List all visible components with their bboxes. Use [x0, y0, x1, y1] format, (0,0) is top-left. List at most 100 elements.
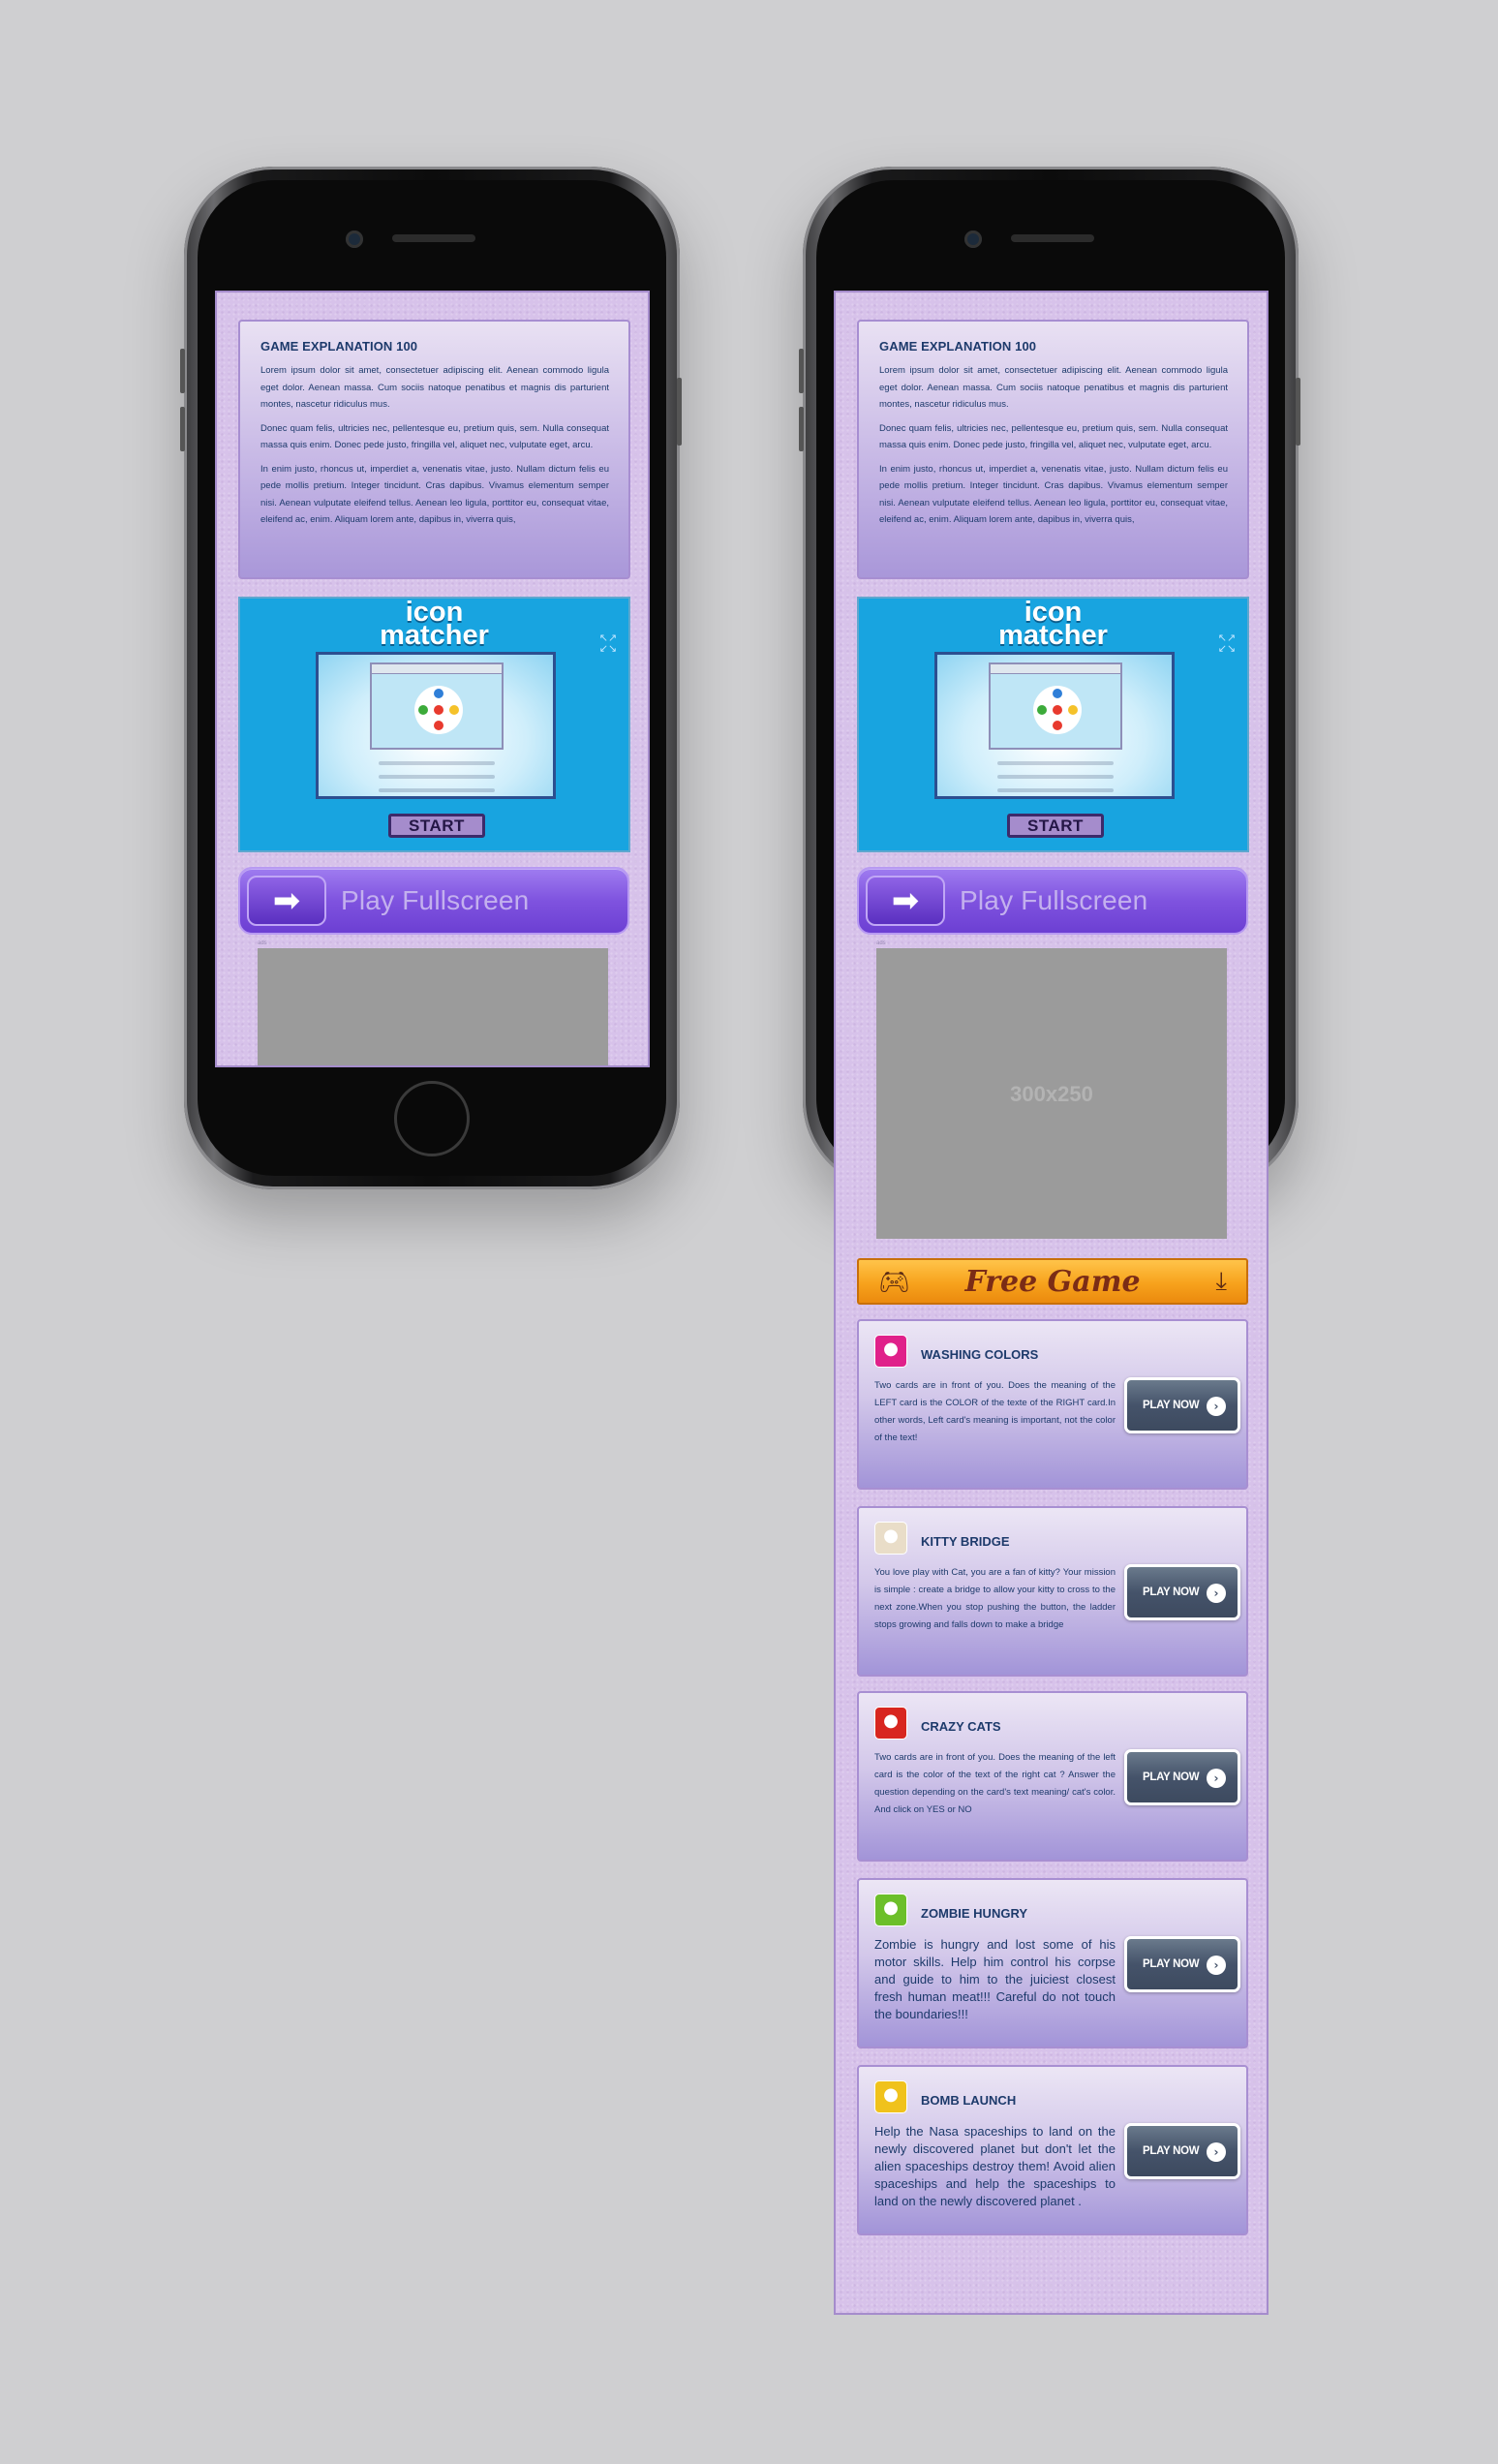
play-fullscreen-button[interactable]: ➡ Play Fullscreen — [857, 867, 1248, 935]
play-now-button[interactable]: PLAY NOW › — [1124, 1377, 1240, 1433]
play-now-button[interactable]: PLAY NOW › — [1124, 2123, 1240, 2179]
chevron-right-icon: › — [1207, 1769, 1226, 1788]
chevron-right-icon: › — [1207, 2142, 1226, 2162]
game-preview — [934, 652, 1175, 799]
game-embed[interactable]: icon matcher ↖↗ ↙↘ START — [857, 597, 1249, 852]
chevron-right-icon: › — [1207, 1956, 1226, 1975]
play-now-button[interactable]: PLAY NOW › — [1124, 1564, 1240, 1620]
play-now-label: PLAY NOW — [1143, 2145, 1200, 2157]
play-now-button[interactable]: PLAY NOW › — [1124, 1936, 1240, 1992]
game-title: BOMB LAUNCH — [921, 2093, 1017, 2108]
game-description: Zombie is hungry and lost some of his mo… — [874, 1937, 1116, 2021]
game-card: KITTY BRIDGE You love play with Cat, you… — [857, 1506, 1248, 1677]
preview-mini-toolbar — [991, 664, 1120, 674]
crazy-cats-icon — [874, 1707, 907, 1740]
game-card: ZOMBIE HUNGRY Zombie is hungry and lost … — [857, 1878, 1248, 2048]
preview-text-line — [379, 788, 495, 792]
game-description: Help the Nasa spaceships to land on the … — [874, 2124, 1116, 2208]
game-explanation-panel: GAME EXPLANATION 100 Lorem ipsum dolor s… — [238, 320, 630, 579]
expand-arrows-icon[interactable]: ↖↗ ↙↘ — [1214, 633, 1239, 657]
ad-tag: ads — [876, 940, 886, 946]
chevron-right-icon: › — [1207, 1584, 1226, 1603]
game-logo: icon matcher — [240, 599, 628, 651]
volume-down-button — [180, 407, 185, 451]
power-button — [1296, 378, 1300, 446]
preview-mini-screen — [370, 662, 504, 750]
play-fullscreen-button[interactable]: ➡ Play Fullscreen — [238, 867, 629, 935]
preview-circle — [1033, 686, 1082, 734]
preview-mini-screen — [989, 662, 1122, 750]
explanation-paragraph: In enim justo, rhoncus ut, imperdiet a, … — [879, 463, 1228, 526]
logo-line: matcher — [380, 620, 489, 651]
play-now-button[interactable]: PLAY NOW › — [1124, 1749, 1240, 1805]
bomb-launch-icon — [874, 2080, 907, 2113]
arrow-glyph: ➡ — [272, 881, 301, 920]
chevron-right-icon: › — [1207, 1397, 1226, 1416]
speaker-grille — [1011, 234, 1094, 242]
volume-up-button — [799, 349, 804, 393]
preview-circle — [414, 686, 463, 734]
explanation-paragraph: Lorem ipsum dolor sit amet, consectetuer… — [260, 365, 609, 410]
color-dot — [1068, 705, 1078, 715]
color-dot — [434, 721, 443, 730]
zombie-hungry-icon — [874, 1894, 907, 1926]
game-explanation-panel: GAME EXPLANATION 100 Lorem ipsum dolor s… — [857, 320, 1249, 579]
preview-text-line — [997, 761, 1114, 765]
game-description: You love play with Cat, you are a fan of… — [874, 1567, 1116, 1630]
color-dot — [1053, 721, 1062, 730]
explanation-paragraph: In enim justo, rhoncus ut, imperdiet a, … — [260, 463, 609, 526]
expand-arrows-icon[interactable]: ↖↗ ↙↘ — [596, 633, 621, 657]
game-preview — [316, 652, 556, 799]
front-camera-icon — [964, 231, 982, 248]
start-button[interactable]: START — [388, 814, 485, 838]
game-description: Two cards are in front of you. Does the … — [874, 1380, 1116, 1443]
logo-line: matcher — [998, 620, 1108, 651]
ad-placeholder[interactable]: 300x250 — [876, 948, 1227, 1239]
front-camera-icon — [346, 231, 363, 248]
volume-up-button — [180, 349, 185, 393]
game-title: KITTY BRIDGE — [921, 1534, 1010, 1549]
play-fullscreen-label: Play Fullscreen — [341, 885, 530, 915]
preview-text-line — [997, 788, 1114, 792]
game-title: CRAZY CATS — [921, 1719, 1001, 1734]
power-button — [677, 378, 682, 446]
game-title: WASHING COLORS — [921, 1347, 1039, 1362]
preview-text-line — [997, 775, 1114, 779]
free-game-banner[interactable]: 🎮︎ Free Game ⤓ — [857, 1258, 1248, 1305]
color-dot — [434, 705, 443, 715]
play-now-label: PLAY NOW — [1143, 1771, 1200, 1783]
color-dot — [434, 689, 443, 698]
game-card: WASHING COLORS Two cards are in front of… — [857, 1319, 1248, 1490]
arrow-right-icon: ➡ — [247, 876, 326, 926]
color-dot — [418, 705, 428, 715]
game-logo: icon matcher — [859, 599, 1247, 651]
game-title: ZOMBIE HUNGRY — [921, 1906, 1028, 1921]
preview-text-line — [379, 761, 495, 765]
color-dot — [1053, 705, 1062, 715]
explanation-title: GAME EXPLANATION 100 — [879, 339, 1037, 354]
ad-tag: ads — [258, 940, 267, 946]
game-embed[interactable]: icon matcher ↖↗ ↙↘ START — [238, 597, 630, 852]
play-fullscreen-label: Play Fullscreen — [960, 885, 1148, 915]
play-now-label: PLAY NOW — [1143, 1958, 1200, 1970]
ad-placeholder[interactable] — [258, 948, 608, 1065]
start-button[interactable]: START — [1007, 814, 1104, 838]
phone-screen-right: GAME EXPLANATION 100 Lorem ipsum dolor s… — [834, 291, 1269, 2315]
home-button[interactable] — [394, 1081, 470, 1156]
play-now-label: PLAY NOW — [1143, 1400, 1200, 1411]
washing-colors-icon — [874, 1335, 907, 1368]
play-now-label: PLAY NOW — [1143, 1586, 1200, 1598]
game-card: BOMB LAUNCH Help the Nasa spaceships to … — [857, 2065, 1248, 2235]
game-description: Two cards are in front of you. Does the … — [874, 1752, 1116, 1815]
explanation-paragraph: Donec quam felis, ultricies nec, pellent… — [260, 422, 609, 451]
download-icon: ⤓ — [1215, 1267, 1228, 1296]
color-dot — [449, 705, 459, 715]
explanation-title: GAME EXPLANATION 100 — [260, 339, 418, 354]
color-dot — [1053, 689, 1062, 698]
color-dot — [1037, 705, 1047, 715]
arrow-right-icon: ➡ — [866, 876, 945, 926]
preview-mini-toolbar — [372, 664, 502, 674]
explanation-paragraph: Lorem ipsum dolor sit amet, consectetuer… — [879, 365, 1228, 410]
preview-text-line — [379, 775, 495, 779]
volume-down-button — [799, 407, 804, 451]
